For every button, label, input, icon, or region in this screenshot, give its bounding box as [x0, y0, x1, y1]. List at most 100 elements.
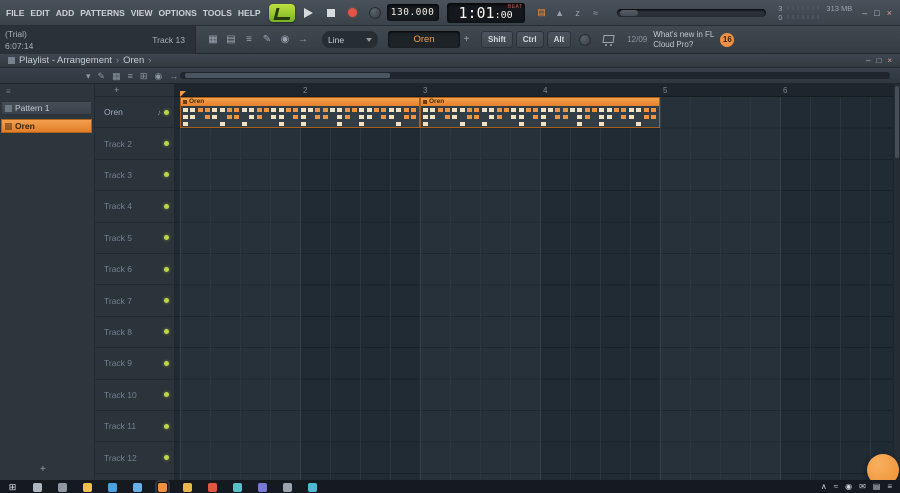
track-row[interactable]: Track 6 — [95, 254, 174, 286]
menu-patterns[interactable]: PATTERNS — [77, 8, 128, 18]
draw-tool-icon[interactable]: ✎ — [98, 68, 106, 84]
vertical-scrollbar-thumb[interactable] — [895, 86, 899, 158]
play-button[interactable] — [301, 5, 317, 21]
photos-icon[interactable] — [257, 482, 268, 493]
track-mute-led[interactable] — [164, 392, 169, 398]
menu-view[interactable]: VIEW — [128, 8, 156, 18]
maximize-button[interactable]: □ — [876, 56, 881, 66]
track-row[interactable]: Track 3 — [95, 160, 174, 192]
track-mute-led[interactable] — [164, 455, 169, 461]
folder-icon[interactable] — [182, 482, 193, 493]
pattern-sidebar-header[interactable]: ≡ — [0, 84, 94, 99]
snap-selector[interactable]: Line — [322, 31, 378, 48]
pattern-name-field[interactable]: Oren — [388, 31, 460, 48]
menu-help[interactable]: HELP — [235, 8, 264, 18]
track-row[interactable]: Track 4 — [95, 191, 174, 223]
track-mute-led[interactable] — [164, 172, 169, 178]
browser-icon[interactable] — [107, 482, 118, 493]
close-button[interactable]: × — [887, 8, 892, 18]
key-shift[interactable]: Shift — [481, 31, 513, 48]
playhead-marker[interactable] — [180, 91, 186, 97]
horizontal-scrollbar-thumb[interactable] — [185, 73, 390, 78]
minimize-button[interactable]: – — [866, 56, 870, 66]
track-mute-led[interactable] — [164, 203, 169, 209]
menu-add[interactable]: ADD — [53, 8, 77, 18]
track-row[interactable]: Oren ♪ — [95, 97, 174, 129]
maximize-button[interactable]: □ — [874, 8, 879, 18]
menu-file[interactable]: FILE — [3, 8, 27, 18]
shuffle-slider[interactable] — [616, 8, 767, 17]
chrome-icon[interactable] — [207, 482, 218, 493]
tray-clock-icon[interactable]: ≡ — [887, 482, 892, 492]
song-mode-icon[interactable]: ▤ — [534, 5, 550, 21]
track-mute-led[interactable] — [164, 298, 169, 304]
file-explorer-icon[interactable] — [82, 482, 93, 493]
tray-keyboard-icon[interactable]: ▤ — [873, 482, 881, 492]
track-mute-led[interactable] — [164, 109, 169, 115]
vertical-scrollbar[interactable] — [893, 84, 900, 480]
minimize-button[interactable]: – — [862, 8, 867, 18]
pattern-clip-1[interactable]: Oren — [180, 97, 420, 129]
menu-options[interactable]: OPTIONS — [156, 8, 200, 18]
pencil-tool-icon[interactable]: ✎ — [258, 31, 276, 49]
track-column-header[interactable]: + — [95, 84, 174, 97]
track-mute-led[interactable] — [164, 360, 169, 366]
add-pattern-button[interactable]: + — [460, 31, 473, 48]
fl-logo-icon[interactable] — [268, 3, 295, 22]
track-row[interactable]: Track 9 — [95, 348, 174, 380]
close-button[interactable]: × — [887, 56, 892, 66]
playlist-menu-icon[interactable]: ▾ — [86, 68, 91, 84]
notification-badge[interactable]: 16 — [720, 32, 735, 47]
bpm-display[interactable]: 130.000 — [386, 4, 439, 21]
time-display[interactable]: 1:01:00 BEAT — [446, 2, 525, 23]
track-mute-led[interactable] — [164, 266, 169, 272]
track-mute-led[interactable] — [164, 423, 169, 429]
key-ctrl[interactable]: Ctrl — [515, 31, 544, 48]
wait-for-input-icon[interactable]: z — [570, 5, 586, 21]
track-mute-led[interactable] — [164, 141, 169, 147]
add-pattern-plus[interactable]: + — [40, 464, 46, 475]
delete-tool-icon[interactable]: ≡ — [128, 68, 133, 84]
slice-tool-icon[interactable]: ⊞ — [140, 68, 148, 84]
playlist-titlebar[interactable]: Playlist - Arrangement › Oren › – □ × — [0, 54, 900, 68]
track-row[interactable]: Track 5 — [95, 223, 174, 254]
start-button[interactable]: ⊞ — [7, 482, 18, 493]
track-row[interactable]: Track 7 — [95, 285, 174, 317]
list-icon[interactable]: ≡ — [240, 31, 258, 49]
select-tool-icon[interactable]: ◉ — [154, 68, 162, 84]
tray-chevron-icon[interactable]: ∧ — [821, 482, 827, 492]
snap-grid-icon[interactable]: ▦ — [204, 31, 222, 49]
track-row[interactable]: Track 8 — [95, 317, 174, 349]
tray-network-icon[interactable]: ≈ — [834, 482, 838, 492]
timeline-ruler[interactable]: 2 3 4 5 6 — [175, 84, 893, 97]
store-icon[interactable] — [307, 482, 318, 493]
task-view-icon[interactable] — [57, 482, 68, 493]
tray-volume-icon[interactable]: ◉ — [845, 482, 852, 492]
notification-area[interactable]: 12/09 What's new in FL Cloud Pro? 16 — [627, 30, 735, 50]
breadcrumb-arrangement[interactable]: Oren — [123, 55, 144, 66]
tray-mail-icon[interactable]: ✉ — [859, 482, 866, 492]
shuffle-slider-thumb[interactable] — [619, 9, 638, 16]
paint-tool-icon[interactable]: ▦ — [112, 68, 121, 84]
tempo-knob[interactable] — [368, 6, 381, 19]
menu-tools[interactable]: TOOLS — [200, 8, 235, 18]
key-alt[interactable]: Alt — [546, 31, 572, 48]
track-mute-led[interactable] — [164, 329, 169, 335]
stop-button[interactable] — [323, 5, 339, 21]
horizontal-scrollbar[interactable] — [180, 72, 890, 79]
pattern-clip-2[interactable]: Oren — [420, 97, 660, 129]
playlist-grid[interactable]: Oren Oren — [175, 97, 893, 480]
zoom-tool-icon[interactable]: → — [169, 68, 178, 84]
search-icon[interactable] — [32, 482, 43, 493]
pattern-grid-icon[interactable]: ▤ — [222, 31, 240, 49]
media-player-icon[interactable] — [232, 482, 243, 493]
track-row[interactable]: Track 11 — [95, 411, 174, 443]
track-row[interactable]: Track 2 — [95, 128, 174, 160]
cart-icon[interactable] — [601, 34, 615, 46]
typing-keyboard-icon[interactable]: ≈ — [588, 5, 604, 21]
record-button[interactable] — [345, 5, 361, 21]
track-mute-led[interactable] — [164, 235, 169, 241]
pattern-item-2[interactable]: Oren — [1, 119, 92, 133]
record-mic-icon[interactable]: ◉ — [276, 31, 294, 49]
fl-studio-icon[interactable] — [155, 480, 170, 493]
